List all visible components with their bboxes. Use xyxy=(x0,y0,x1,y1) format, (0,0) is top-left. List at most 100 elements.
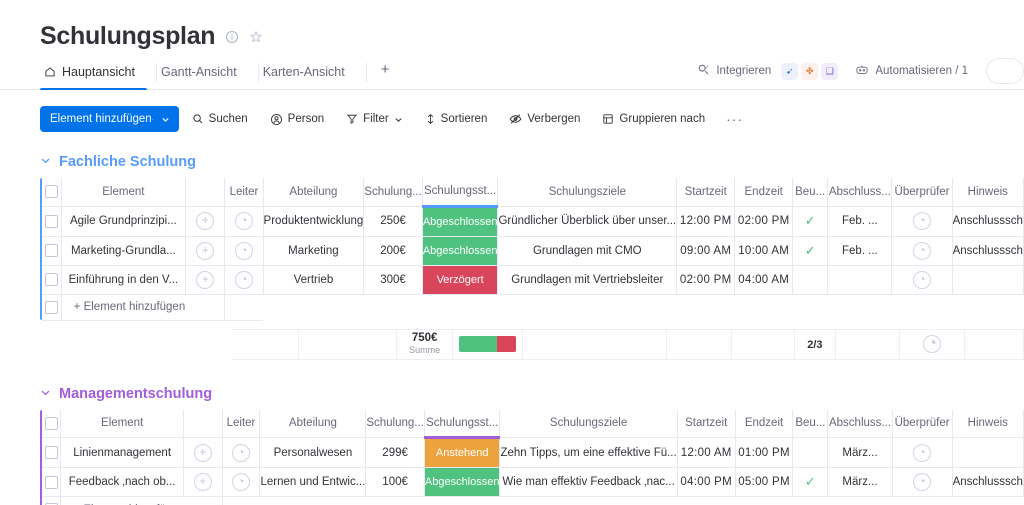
status-badge[interactable]: Abgeschlossen xyxy=(422,236,497,264)
column-header-ueberpruefer[interactable]: Überprüfer xyxy=(892,409,953,438)
row-checkbox[interactable] xyxy=(42,206,62,237)
cell-endzeit[interactable]: 10:00 AM xyxy=(734,236,794,266)
column-header-hinweis[interactable]: Hinweis xyxy=(952,409,1024,438)
search-button[interactable]: Suchen xyxy=(183,106,257,132)
chevron-down-icon[interactable] xyxy=(40,155,51,169)
person-icon[interactable]: ◔ xyxy=(913,212,932,230)
cell-status[interactable]: Abgeschlossen xyxy=(424,467,501,497)
hide-button[interactable]: Verbergen xyxy=(500,106,589,132)
add-item-label[interactable]: + Element hinzufügen xyxy=(61,294,226,321)
cell-beurteilt[interactable]: ✓ xyxy=(792,467,829,497)
column-header-leiter[interactable]: Leiter xyxy=(222,409,261,438)
cell-add-update[interactable]: + xyxy=(183,437,223,468)
cell-schulung[interactable]: 200€ xyxy=(363,236,423,266)
table-row[interactable]: Marketing-Grundla... + ◔ Marketing 200€ … xyxy=(40,236,1024,266)
cell-startzeit[interactable]: 04:00 PM xyxy=(677,467,736,497)
person-icon[interactable]: ◔ xyxy=(913,270,932,289)
favorite-star-icon[interactable] xyxy=(249,30,263,44)
cell-leiter[interactable]: ◔ xyxy=(222,467,261,497)
tab-gantt-ansicht[interactable]: Gantt-Ansicht xyxy=(157,61,259,90)
column-header-abteilung[interactable]: Abteilung xyxy=(259,409,367,438)
cell-abteilung[interactable]: Vertrieb xyxy=(263,265,365,295)
sort-button[interactable]: Sortieren xyxy=(416,106,497,132)
status-badge[interactable]: Abgeschlossen xyxy=(424,468,499,496)
cell-beurteilt[interactable]: ✓ xyxy=(792,236,829,266)
chevron-down-icon[interactable] xyxy=(40,387,51,401)
cell-endzeit[interactable]: 01:00 PM xyxy=(735,437,794,468)
cell-abschluss[interactable] xyxy=(827,265,893,295)
checkbox[interactable] xyxy=(45,185,59,199)
column-header-leiter[interactable]: Leiter xyxy=(224,178,264,207)
column-header-element[interactable]: Element xyxy=(61,178,187,207)
cell-abteilung[interactable]: Produktentwicklung xyxy=(263,206,365,237)
cell-element[interactable]: Feedback ‚nach ob... xyxy=(60,467,184,497)
cell-status[interactable]: Abgeschlossen xyxy=(422,206,499,237)
chevron-down-icon[interactable] xyxy=(151,115,177,124)
cell-hinweis[interactable]: Anschlusssch xyxy=(952,236,1024,266)
cell-ueberpruefer[interactable]: ◔ xyxy=(891,265,953,295)
add-update-icon[interactable]: + xyxy=(193,473,212,491)
row-checkbox[interactable] xyxy=(42,496,62,505)
cell-schulung[interactable]: 300€ xyxy=(363,265,423,295)
cell-ueberpruefer[interactable]: ◔ xyxy=(891,236,953,266)
add-view-button[interactable]: + xyxy=(367,61,404,90)
table-row[interactable]: Linienmanagement + ◔ Personalwesen 299€ … xyxy=(40,437,1024,468)
office-app-icon[interactable]: ❑ xyxy=(821,62,839,80)
add-update-icon[interactable]: + xyxy=(196,241,215,260)
cell-add-update[interactable]: + xyxy=(185,206,226,237)
status-badge[interactable]: Abgeschlossen xyxy=(422,207,497,235)
column-header-abschluss[interactable]: Abschluss... xyxy=(827,178,893,207)
toolbar-more-button[interactable]: ··· xyxy=(718,111,751,127)
cell-ueberpruefer[interactable]: ◔ xyxy=(892,467,953,497)
automate-button[interactable]: Automatisieren / 1 xyxy=(855,64,968,79)
info-icon[interactable] xyxy=(225,30,239,44)
cell-hinweis[interactable]: Anschlusssch xyxy=(952,206,1024,237)
select-all-checkbox[interactable] xyxy=(42,178,62,207)
cell-abschluss[interactable]: Feb. ... xyxy=(827,236,893,266)
cell-ueberpruefer[interactable]: ◔ xyxy=(892,437,953,468)
table-row[interactable]: Feedback ‚nach ob... + ◔ Lernen und Entw… xyxy=(40,467,1024,497)
cell-abschluss[interactable]: März... xyxy=(827,437,893,468)
person-icon[interactable]: ◔ xyxy=(234,241,253,260)
column-header-schulungsziele[interactable]: Schulungsziele xyxy=(499,409,678,438)
add-item-label[interactable]: + Element hinzufügen xyxy=(60,496,223,505)
status-badge[interactable]: Anstehend xyxy=(424,439,499,467)
invite-members-button[interactable] xyxy=(986,58,1024,84)
select-all-checkbox[interactable] xyxy=(42,409,62,438)
cell-abteilung[interactable]: Lernen und Entwic... xyxy=(259,467,367,497)
cell-schulung[interactable]: 299€ xyxy=(365,437,425,468)
checkbox[interactable] xyxy=(45,300,59,314)
cell-beurteilt[interactable] xyxy=(792,265,829,295)
cell-abschluss[interactable]: Feb. ... xyxy=(827,206,893,237)
column-header-schulung[interactable]: Schulung... xyxy=(365,409,425,438)
cell-element[interactable]: Einführung in den V... xyxy=(61,265,187,295)
cell-leiter[interactable]: ◔ xyxy=(224,265,264,295)
cell-endzeit[interactable]: 05:00 PM xyxy=(735,467,794,497)
slack-app-icon[interactable]: ✤ xyxy=(801,62,819,80)
column-header-startzeit[interactable]: Startzeit xyxy=(677,409,736,438)
column-header-startzeit[interactable]: Startzeit xyxy=(676,178,736,207)
cell-abschluss[interactable]: März... xyxy=(827,467,893,497)
add-item-button[interactable]: Element hinzufügen xyxy=(40,106,179,132)
column-header-schulungsstatus[interactable]: Schulungsst... xyxy=(424,409,501,439)
status-badge[interactable]: Verzögert xyxy=(422,265,497,293)
cell-schulungsziele[interactable]: Grundlagen mit CMO xyxy=(497,236,678,266)
cell-startzeit[interactable]: 02:00 PM xyxy=(676,265,736,295)
cell-schulung[interactable]: 250€ xyxy=(363,206,423,237)
table-row[interactable]: Agile Grundprinzipi... + ◔ Produktentwic… xyxy=(40,206,1024,237)
cell-element[interactable]: Linienmanagement xyxy=(60,437,184,468)
table-row[interactable]: Einführung in den V... + ◔ Vertrieb 300€… xyxy=(40,265,1024,295)
integrate-button[interactable]: Integrieren ➹ ✤ ❑ xyxy=(697,62,841,80)
cell-hinweis[interactable] xyxy=(952,437,1024,468)
cell-schulung[interactable]: 100€ xyxy=(365,467,425,497)
add-update-icon[interactable]: + xyxy=(193,443,212,462)
column-header-schulungsziele[interactable]: Schulungsziele xyxy=(497,178,678,207)
add-item-row[interactable]: + Element hinzufügen xyxy=(40,496,1024,505)
checkbox[interactable] xyxy=(44,416,58,430)
cell-leiter[interactable]: ◔ xyxy=(222,437,261,468)
checkbox[interactable] xyxy=(45,214,59,228)
cell-leiter[interactable]: ◔ xyxy=(224,236,264,266)
cell-schulungsziele[interactable]: Wie man effektiv Feedback ‚nac... xyxy=(499,467,678,497)
cell-add-update[interactable]: + xyxy=(185,265,226,295)
column-header-beurteilt[interactable]: Beu... xyxy=(792,178,829,207)
